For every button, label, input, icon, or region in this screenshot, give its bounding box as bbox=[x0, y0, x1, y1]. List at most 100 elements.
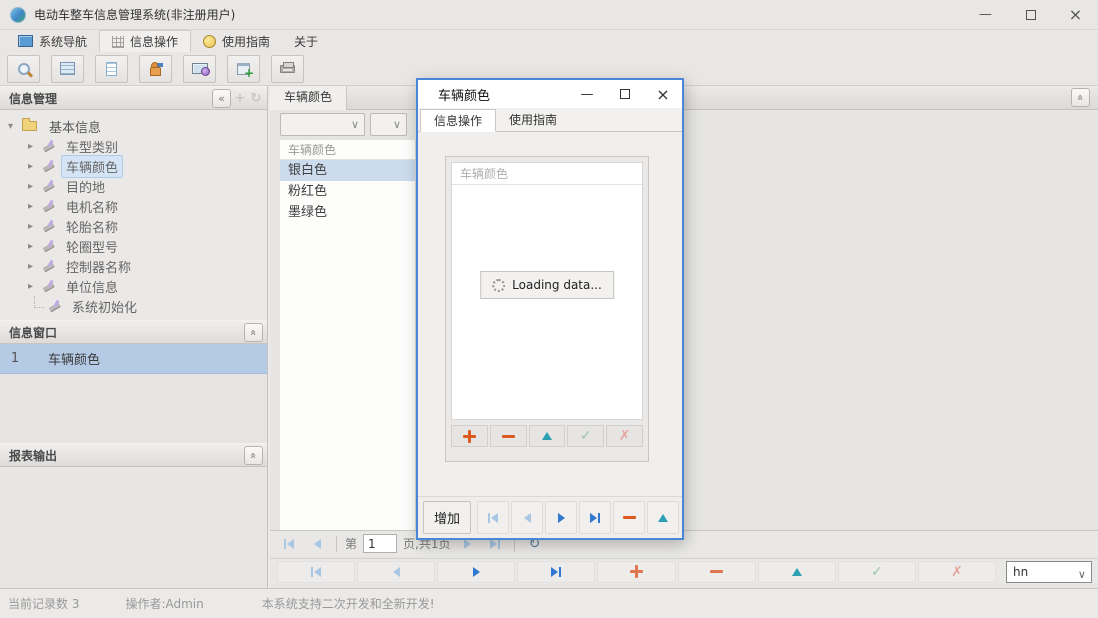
monitor-button[interactable] bbox=[183, 55, 216, 83]
table-row[interactable]: 银白色 bbox=[280, 160, 415, 181]
list-item-vehicle-color[interactable]: 1 车辆颜色 bbox=[0, 344, 267, 374]
tree-item-vehicle-color[interactable]: ▸ 车辆颜色 bbox=[0, 156, 267, 176]
filter-combo-1[interactable] bbox=[280, 113, 365, 136]
grid-cancel-button[interactable] bbox=[606, 425, 643, 447]
cancel-button[interactable] bbox=[918, 561, 996, 583]
caret-right-icon[interactable]: ▸ bbox=[28, 281, 42, 292]
dialog-close-button[interactable]: × bbox=[644, 80, 682, 108]
refresh-icon[interactable] bbox=[249, 91, 263, 106]
info-window-list: 1 车辆颜色 bbox=[0, 344, 267, 443]
caret-right-icon[interactable]: ▸ bbox=[28, 161, 42, 172]
tree-item-destination[interactable]: ▸ 目的地 bbox=[0, 176, 267, 196]
first-page-button[interactable] bbox=[278, 534, 300, 554]
dialog-titlebar: 车辆颜色 — × bbox=[418, 80, 682, 108]
dialog-delete-button[interactable] bbox=[613, 501, 645, 534]
add-icon[interactable]: + bbox=[233, 91, 247, 106]
grid-confirm-button[interactable] bbox=[567, 425, 604, 447]
caret-right-icon[interactable]: ▸ bbox=[28, 181, 42, 192]
table-row[interactable]: 墨绿色 bbox=[280, 202, 415, 223]
hn-combo[interactable]: hn bbox=[1006, 561, 1092, 583]
tab-vehicle-color[interactable]: 车辆颜色 bbox=[270, 86, 347, 110]
menu-item-user-guide[interactable]: 使用指南 bbox=[191, 30, 282, 52]
triangle-up-icon bbox=[658, 514, 668, 522]
dialog-minimize-button[interactable]: — bbox=[568, 80, 606, 108]
menu-item-info-operation[interactable]: 信息操作 bbox=[99, 30, 191, 52]
combo-value: hn bbox=[1013, 565, 1028, 579]
collapse-main-button[interactable] bbox=[1071, 88, 1090, 107]
collapse-panel-button[interactable] bbox=[244, 323, 263, 342]
tool-icon bbox=[42, 240, 56, 253]
add-record-button[interactable] bbox=[597, 561, 675, 583]
table-row[interactable]: 粉红色 bbox=[280, 181, 415, 202]
tree-item-controller-name[interactable]: ▸ 控制器名称 bbox=[0, 256, 267, 276]
filter-row bbox=[280, 113, 407, 136]
dialog-next-button[interactable] bbox=[545, 501, 577, 534]
restore-button[interactable] bbox=[1008, 0, 1053, 29]
dialog-first-button[interactable] bbox=[477, 501, 509, 534]
edit-record-button[interactable] bbox=[758, 561, 836, 583]
record-toolbar: hn bbox=[270, 558, 1098, 584]
dialog-tab-user-guide[interactable]: 使用指南 bbox=[496, 109, 570, 132]
confirm-button[interactable] bbox=[838, 561, 916, 583]
delete-record-button[interactable] bbox=[678, 561, 756, 583]
minimize-button[interactable]: — bbox=[963, 0, 1008, 29]
first-record-button[interactable] bbox=[277, 561, 355, 583]
dialog-edit-button[interactable] bbox=[647, 501, 679, 534]
user-button[interactable] bbox=[139, 55, 172, 83]
last-record-icon bbox=[559, 567, 561, 577]
chevron-up-icon bbox=[247, 329, 260, 336]
prev-page-button[interactable] bbox=[306, 534, 328, 554]
panel-header-report-output: 报表输出 bbox=[0, 443, 267, 467]
collapse-panel-button[interactable] bbox=[244, 446, 263, 465]
user-icon bbox=[149, 62, 163, 76]
info-tree: ▾ 基本信息 ▸ 车型类别 ▸ 车辆颜色 ▸ 目的地 bbox=[0, 110, 267, 320]
pagination-bar: 第 页,共1页 bbox=[270, 530, 1098, 556]
dialog-last-button[interactable] bbox=[579, 501, 611, 534]
tree-item-motor-name[interactable]: ▸ 电机名称 bbox=[0, 196, 267, 216]
tree-item-rim-model[interactable]: ▸ 轮圈型号 bbox=[0, 236, 267, 256]
chevron-down-icon bbox=[351, 118, 359, 131]
close-button[interactable]: × bbox=[1053, 0, 1098, 29]
tree-label[interactable]: 系统初始化 bbox=[67, 295, 142, 318]
grid-delete-button[interactable] bbox=[490, 425, 527, 447]
dialog-controls: — × bbox=[568, 80, 682, 108]
tree-item-unit-info[interactable]: ▸ 单位信息 bbox=[0, 276, 267, 296]
tool-icon bbox=[42, 220, 56, 233]
chevron-left-icon bbox=[218, 92, 225, 105]
add-window-button[interactable] bbox=[227, 55, 260, 83]
next-record-button[interactable] bbox=[437, 561, 515, 583]
prev-record-button[interactable] bbox=[357, 561, 435, 583]
collapse-panel-button[interactable] bbox=[212, 89, 231, 108]
table-list-button[interactable] bbox=[51, 55, 84, 83]
caret-right-icon[interactable]: ▸ bbox=[28, 221, 42, 232]
menu-item-system-nav[interactable]: 系统导航 bbox=[6, 30, 99, 52]
triangle-up-icon bbox=[542, 432, 552, 440]
tree-root-basic-info[interactable]: ▾ 基本信息 bbox=[0, 116, 267, 136]
caret-right-icon[interactable]: ▸ bbox=[28, 241, 42, 252]
last-record-button[interactable] bbox=[517, 561, 595, 583]
dialog-maximize-button[interactable] bbox=[606, 80, 644, 108]
dialog-prev-button[interactable] bbox=[511, 501, 543, 534]
menu-item-about[interactable]: 关于 bbox=[282, 30, 330, 52]
add-button[interactable]: 增加 bbox=[423, 501, 471, 534]
dialog-grid-column-header[interactable]: 车辆颜色 bbox=[452, 163, 642, 185]
caret-right-icon[interactable]: ▸ bbox=[28, 141, 42, 152]
filter-combo-2[interactable] bbox=[370, 113, 407, 136]
check-icon bbox=[580, 428, 592, 444]
tree-item-tire-name[interactable]: ▸ 轮胎名称 bbox=[0, 216, 267, 236]
triangle-right-icon bbox=[590, 513, 597, 523]
dialog-tab-info-operation[interactable]: 信息操作 bbox=[420, 109, 496, 132]
grid-edit-button[interactable] bbox=[529, 425, 566, 447]
grid-add-button[interactable] bbox=[451, 425, 488, 447]
search-button[interactable] bbox=[7, 55, 40, 83]
grid-column-header[interactable]: 车辆颜色 bbox=[280, 140, 415, 160]
tree-item-vehicle-type[interactable]: ▸ 车型类别 bbox=[0, 136, 267, 156]
caret-right-icon[interactable]: ▸ bbox=[28, 261, 42, 272]
tree-item-system-init[interactable]: 系统初始化 bbox=[0, 296, 267, 316]
caret-right-icon[interactable]: ▸ bbox=[28, 201, 42, 212]
document-button[interactable] bbox=[95, 55, 128, 83]
printer-button[interactable] bbox=[271, 55, 304, 83]
caret-down-icon[interactable]: ▾ bbox=[8, 121, 22, 132]
last-page-icon bbox=[498, 539, 500, 549]
page-number-input[interactable] bbox=[363, 534, 397, 553]
